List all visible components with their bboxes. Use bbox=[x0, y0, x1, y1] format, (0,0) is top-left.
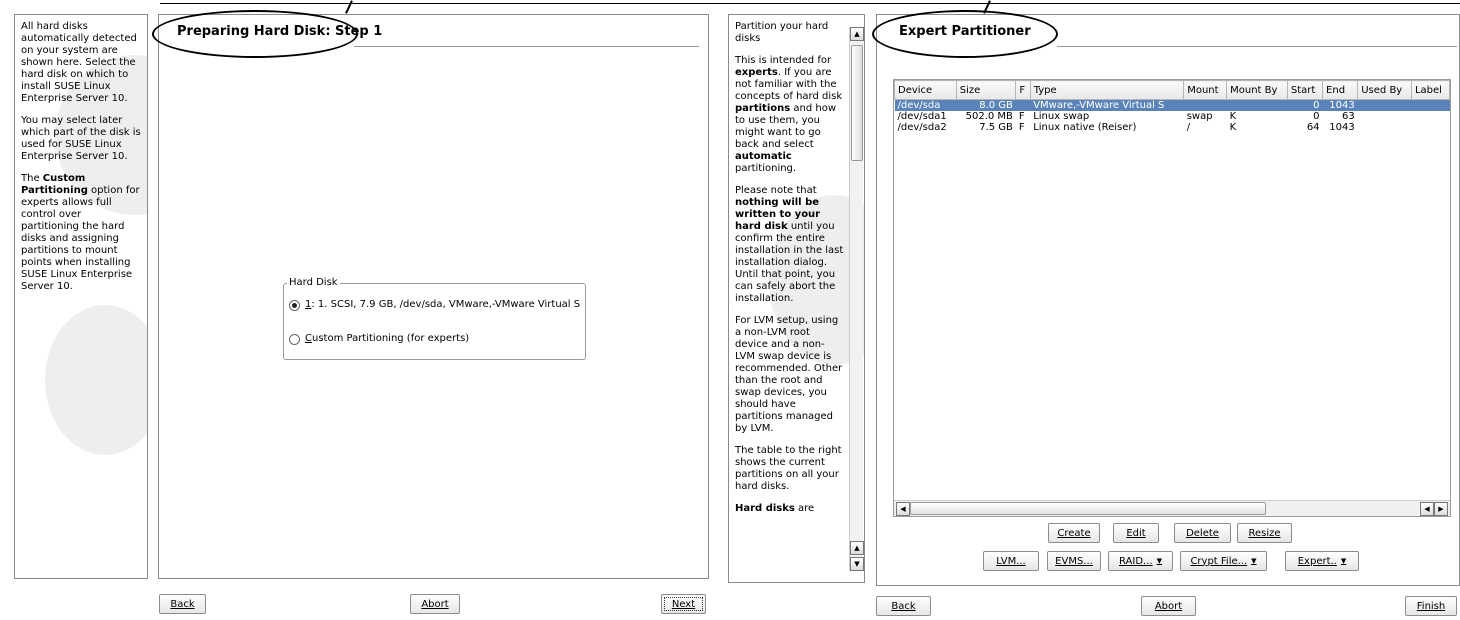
table-cell: /dev/sda1 bbox=[897, 111, 947, 122]
next-button[interactable]: Next bbox=[661, 594, 706, 614]
table-row[interactable]: /dev/sda1 502.0 MB F Linux swap swap K 0 63 bbox=[895, 111, 1450, 122]
disk-option-label[interactable]: 1: 1. SCSI, 7.9 GB, /dev/sda, VMware,-VM… bbox=[305, 299, 580, 310]
resize-button[interactable]: Resize bbox=[1237, 523, 1292, 543]
table-cell: /dev/sda2 bbox=[897, 122, 947, 133]
column-header[interactable]: F bbox=[1015, 80, 1031, 100]
title-divider bbox=[1057, 46, 1457, 47]
table-cell: 0 bbox=[1287, 99, 1323, 111]
evms-button[interactable]: EVMS... bbox=[1047, 551, 1101, 571]
table-cell: Linux native (Reiser) bbox=[1033, 122, 1137, 133]
column-header[interactable]: Label bbox=[1410, 80, 1450, 100]
column-header[interactable]: Start bbox=[1286, 80, 1324, 100]
help-text: For LVM setup, using a non-LVM root devi… bbox=[735, 315, 843, 434]
disk-radio-button[interactable] bbox=[289, 300, 300, 311]
partition-table[interactable]: Device Size F Type Mount Mount By Start End Used… bbox=[893, 79, 1451, 517]
table-cell: K bbox=[1229, 122, 1237, 133]
table-cell: 502.0 MB bbox=[965, 111, 1013, 122]
column-header[interactable]: Size bbox=[955, 80, 1017, 100]
column-header[interactable]: Used By bbox=[1357, 80, 1412, 100]
column-header[interactable]: Type bbox=[1029, 80, 1185, 100]
hard-disk-group: Hard Disk 1: 1. SCSI, 7.9 GB, /dev/sda, … bbox=[283, 277, 586, 360]
table-cell: 1043 bbox=[1322, 99, 1358, 111]
help-text: Partition your hard disks bbox=[735, 21, 829, 44]
table-cell: 63 bbox=[1342, 111, 1355, 122]
column-header[interactable]: End bbox=[1322, 80, 1359, 100]
help-text: Hard disks are bbox=[735, 503, 815, 514]
annotation-line bbox=[160, 3, 730, 4]
delete-button[interactable]: Delete bbox=[1174, 523, 1231, 543]
table-cell: swap bbox=[1186, 111, 1213, 122]
watermark-logo bbox=[45, 305, 147, 455]
table-cell: / bbox=[1186, 122, 1191, 133]
table-cell: 64 bbox=[1306, 122, 1320, 133]
table-cell: VMware,-VMware Virtual S bbox=[1030, 99, 1184, 111]
create-button[interactable]: Create bbox=[1048, 523, 1100, 543]
crypt-file-button[interactable]: Crypt File... ▼ bbox=[1180, 551, 1267, 571]
table-cell bbox=[1226, 99, 1288, 111]
table-cell: Linux swap bbox=[1033, 111, 1090, 122]
main-panel: Expert Partitioner Device Size F Type Mount M… bbox=[876, 14, 1460, 586]
title-divider bbox=[354, 46, 699, 47]
expert-button[interactable]: Expert.. ▼ bbox=[1285, 551, 1359, 571]
annotation-line bbox=[730, 3, 1460, 4]
horizontal-scrollbar[interactable]: ◀ ◀ ▶ bbox=[894, 500, 1450, 516]
table-cell: 8.0 GB bbox=[956, 99, 1016, 111]
table-cell bbox=[1015, 99, 1031, 111]
table-cell bbox=[1357, 99, 1412, 111]
edit-button[interactable]: Edit bbox=[1113, 523, 1159, 543]
lvm-button[interactable]: LVM... bbox=[983, 551, 1039, 571]
scroll-up-icon[interactable]: ▲ bbox=[850, 541, 864, 555]
scroll-right-icon[interactable]: ▶ bbox=[1434, 502, 1448, 516]
back-button[interactable]: Back bbox=[876, 596, 931, 616]
table-cell bbox=[1358, 111, 1412, 122]
back-button[interactable]: Back bbox=[159, 594, 206, 614]
custom-partitioning-radio[interactable] bbox=[289, 334, 300, 345]
scroll-up-icon[interactable]: ▲ bbox=[850, 27, 864, 41]
table-cell bbox=[1411, 122, 1449, 133]
scrollbar-thumb[interactable] bbox=[851, 45, 863, 161]
highlight-ellipse bbox=[152, 10, 358, 58]
abort-button[interactable]: Abort bbox=[1141, 596, 1196, 616]
help-scrollbar[interactable]: ▲ ▲ ▼ bbox=[849, 27, 864, 571]
custom-partitioning-label[interactable]: Custom Partitioning (for experts) bbox=[305, 333, 469, 344]
scroll-down-icon[interactable]: ▼ bbox=[850, 557, 864, 571]
dropdown-arrow-icon: ▼ bbox=[1251, 557, 1257, 565]
column-header[interactable]: Mount bbox=[1183, 80, 1228, 100]
table-cell bbox=[1358, 122, 1412, 133]
scrollbar-thumb[interactable] bbox=[910, 502, 1266, 515]
finish-button[interactable]: Finish bbox=[1405, 596, 1457, 616]
help-panel: Partition your hard disks This is intende… bbox=[728, 14, 865, 583]
help-text: You may select later which part of the d… bbox=[21, 115, 141, 162]
main-panel: Preparing Hard Disk: Step 1 Hard Disk 1:… bbox=[158, 14, 709, 579]
table-cell: K bbox=[1229, 111, 1237, 122]
help-panel: All hard disks automatically detected on… bbox=[14, 14, 148, 579]
table-cell: F bbox=[1018, 111, 1025, 122]
dropdown-arrow-icon: ▼ bbox=[1340, 557, 1347, 565]
table-cell: F bbox=[1018, 122, 1025, 133]
table-cell bbox=[1411, 99, 1450, 111]
table-cell: /dev/sda bbox=[894, 99, 957, 111]
table-cell bbox=[1411, 111, 1449, 122]
abort-button[interactable]: Abort bbox=[410, 594, 460, 614]
scroll-left-icon[interactable]: ◀ bbox=[896, 502, 910, 516]
raid-button[interactable]: RAID... ▼ bbox=[1108, 551, 1173, 571]
dropdown-arrow-icon: ▼ bbox=[1156, 557, 1162, 565]
table-cell: 1043 bbox=[1329, 122, 1355, 133]
group-label: Hard Disk bbox=[287, 277, 340, 288]
table-cell: 7.5 GB bbox=[979, 122, 1013, 133]
table-row[interactable]: /dev/sda2 7.5 GB F Linux native (Reiser) / K 6… bbox=[895, 122, 1450, 133]
highlight-ellipse bbox=[872, 10, 1058, 58]
help-text: The table to the right shows the current… bbox=[735, 445, 842, 492]
table-cell bbox=[1183, 99, 1227, 111]
help-text: The Custom Partitioning option for exper… bbox=[21, 173, 140, 292]
help-text: Please note that nothing will be written… bbox=[735, 185, 844, 304]
table-cell: 0 bbox=[1313, 111, 1320, 122]
column-header[interactable]: Mount By bbox=[1226, 80, 1288, 100]
help-text: This is intended for experts. If you are… bbox=[735, 55, 843, 174]
column-header[interactable]: Device bbox=[894, 80, 957, 100]
scroll-left-icon[interactable]: ◀ bbox=[1420, 502, 1434, 516]
help-text: All hard disks automatically detected on… bbox=[21, 21, 137, 104]
table-row[interactable]: /dev/sda 8.0 GB VMware,-VMware Virtual S 01… bbox=[894, 99, 1450, 111]
